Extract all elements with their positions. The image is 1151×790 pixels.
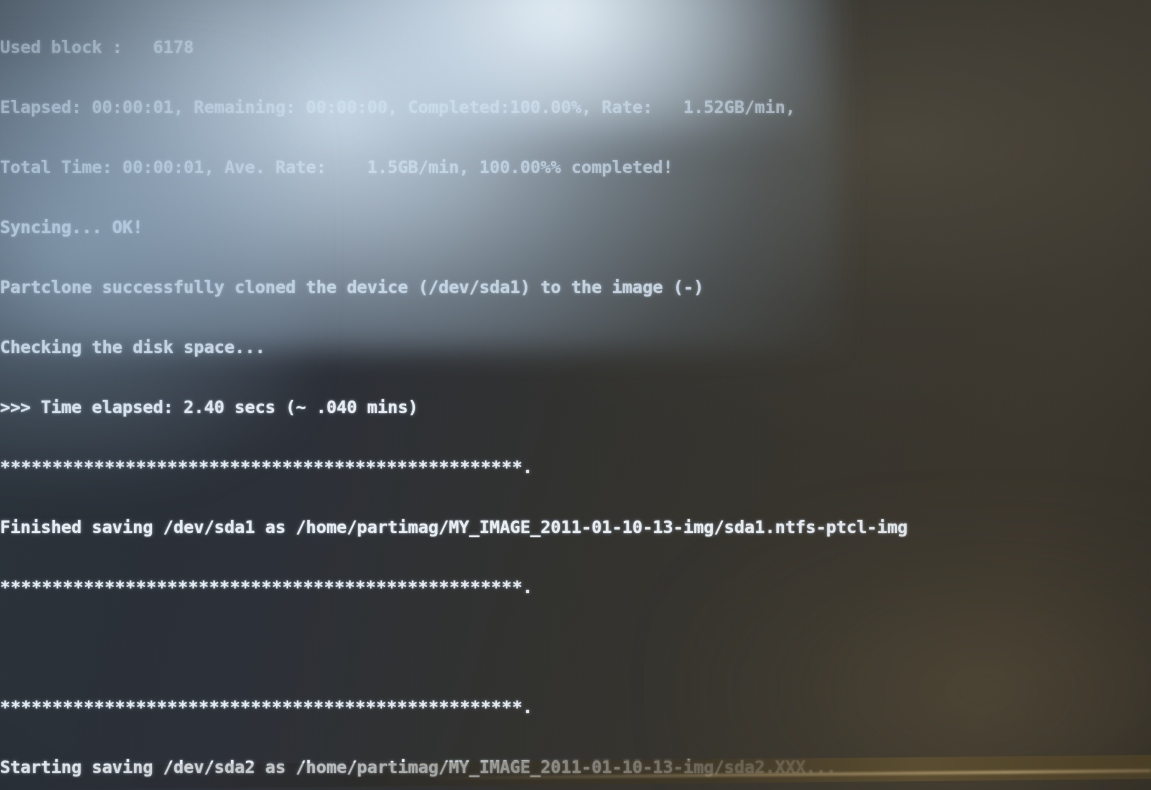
terminal-screen: [0, 0, 1151, 790]
monitor-photo: Used block : 6178 Elapsed: 00:00:01, Rem…: [0, 0, 1151, 790]
